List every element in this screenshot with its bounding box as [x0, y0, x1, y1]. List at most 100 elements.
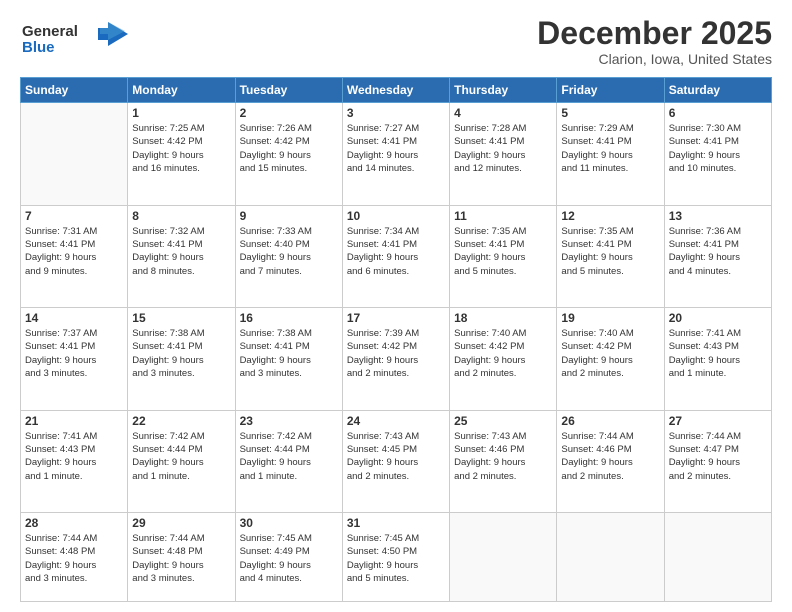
day-number: 7 — [25, 209, 123, 223]
day-of-week-header: Friday — [557, 78, 664, 103]
day-number: 26 — [561, 414, 659, 428]
day-info: Sunrise: 7:34 AMSunset: 4:41 PMDaylight:… — [347, 225, 445, 278]
day-number: 20 — [669, 311, 767, 325]
calendar-cell: 26 Sunrise: 7:44 AMSunset: 4:46 PMDayligh… — [557, 410, 664, 513]
day-info: Sunrise: 7:40 AMSunset: 4:42 PMDaylight:… — [561, 327, 659, 380]
day-of-week-header: Sunday — [21, 78, 128, 103]
day-of-week-header: Thursday — [450, 78, 557, 103]
day-of-week-header: Saturday — [664, 78, 771, 103]
calendar-table: SundayMondayTuesdayWednesdayThursdayFrid… — [20, 77, 772, 602]
calendar-cell: 6Sunrise: 7:30 AMSunset: 4:41 PMDaylight… — [664, 103, 771, 206]
calendar-cell: 2 Sunrise: 7:26 AMSunset: 4:42 PMDaylight… — [235, 103, 342, 206]
day-info: Sunrise: 7:42 AMSunset: 4:44 PMDaylight:… — [240, 430, 338, 483]
calendar-cell: 31 Sunrise: 7:45 AMSunset: 4:50 PMDayligh… — [342, 513, 449, 602]
day-of-week-header: Wednesday — [342, 78, 449, 103]
day-number: 1 — [132, 106, 230, 120]
location: Clarion, Iowa, United States — [537, 51, 772, 67]
day-info: Sunrise: 7:29 AMSunset: 4:41 PMDaylight:… — [561, 122, 659, 175]
day-number: 11 — [454, 209, 552, 223]
logo-icon: General Blue — [20, 16, 130, 60]
day-info: Sunrise: 7:43 AMSunset: 4:46 PMDaylight:… — [454, 430, 552, 483]
calendar-cell: 5 Sunrise: 7:29 AMSunset: 4:41 PMDaylight… — [557, 103, 664, 206]
calendar-cell — [557, 513, 664, 602]
header: General Blue December 2025 Clarion, Iowa… — [20, 16, 772, 67]
day-number: 9 — [240, 209, 338, 223]
calendar-cell: 23 Sunrise: 7:42 AMSunset: 4:44 PMDayligh… — [235, 410, 342, 513]
calendar-cell: 12Sunrise: 7:35 AMSunset: 4:41 PMDayligh… — [557, 205, 664, 308]
day-number: 27 — [669, 414, 767, 428]
calendar-cell: 29 Sunrise: 7:44 AMSunset: 4:48 PMDayligh… — [128, 513, 235, 602]
calendar-cell: 15Sunrise: 7:38 AMSunset: 4:41 PMDayligh… — [128, 308, 235, 411]
day-number: 25 — [454, 414, 552, 428]
calendar-cell: 24 Sunrise: 7:43 AMSunset: 4:45 PMDayligh… — [342, 410, 449, 513]
day-info: Sunrise: 7:45 AMSunset: 4:50 PMDaylight:… — [347, 532, 445, 585]
calendar-cell — [450, 513, 557, 602]
calendar-cell — [664, 513, 771, 602]
calendar-cell — [21, 103, 128, 206]
day-number: 17 — [347, 311, 445, 325]
day-number: 8 — [132, 209, 230, 223]
calendar-header-row: SundayMondayTuesdayWednesdayThursdayFrid… — [21, 78, 772, 103]
day-info: Sunrise: 7:32 AMSunset: 4:41 PMDaylight:… — [132, 225, 230, 278]
title-block: December 2025 Clarion, Iowa, United Stat… — [537, 16, 772, 67]
day-number: 22 — [132, 414, 230, 428]
calendar-week-row: 1Sunrise: 7:25 AMSunset: 4:42 PMDaylight… — [21, 103, 772, 206]
day-info: Sunrise: 7:45 AMSunset: 4:49 PMDaylight:… — [240, 532, 338, 585]
day-info: Sunrise: 7:44 AMSunset: 4:46 PMDaylight:… — [561, 430, 659, 483]
day-number: 23 — [240, 414, 338, 428]
day-number: 16 — [240, 311, 338, 325]
day-number: 3 — [347, 106, 445, 120]
day-number: 18 — [454, 311, 552, 325]
day-number: 15 — [132, 311, 230, 325]
day-info: Sunrise: 7:42 AMSunset: 4:44 PMDaylight:… — [132, 430, 230, 483]
day-of-week-header: Tuesday — [235, 78, 342, 103]
calendar-cell: 14 Sunrise: 7:37 AMSunset: 4:41 PMDayligh… — [21, 308, 128, 411]
calendar-cell: 4 Sunrise: 7:28 AMSunset: 4:41 PMDaylight… — [450, 103, 557, 206]
day-number: 24 — [347, 414, 445, 428]
calendar-cell: 3 Sunrise: 7:27 AMSunset: 4:41 PMDaylight… — [342, 103, 449, 206]
day-info: Sunrise: 7:31 AMSunset: 4:41 PMDaylight:… — [25, 225, 123, 278]
calendar-cell: 17Sunrise: 7:39 AMSunset: 4:42 PMDayligh… — [342, 308, 449, 411]
day-info: Sunrise: 7:44 AMSunset: 4:48 PMDaylight:… — [132, 532, 230, 585]
day-number: 4 — [454, 106, 552, 120]
day-number: 29 — [132, 516, 230, 530]
day-number: 28 — [25, 516, 123, 530]
calendar-cell: 18 Sunrise: 7:40 AMSunset: 4:42 PMDayligh… — [450, 308, 557, 411]
day-info: Sunrise: 7:41 AMSunset: 4:43 PMDaylight:… — [25, 430, 123, 483]
day-info: Sunrise: 7:26 AMSunset: 4:42 PMDaylight:… — [240, 122, 338, 175]
day-info: Sunrise: 7:40 AMSunset: 4:42 PMDaylight:… — [454, 327, 552, 380]
day-of-week-header: Monday — [128, 78, 235, 103]
day-number: 30 — [240, 516, 338, 530]
calendar-cell: 11 Sunrise: 7:35 AMSunset: 4:41 PMDayligh… — [450, 205, 557, 308]
calendar-cell: 28 Sunrise: 7:44 AMSunset: 4:48 PMDayligh… — [21, 513, 128, 602]
day-number: 14 — [25, 311, 123, 325]
calendar-cell: 27 Sunrise: 7:44 AMSunset: 4:47 PMDayligh… — [664, 410, 771, 513]
day-number: 2 — [240, 106, 338, 120]
day-info: Sunrise: 7:35 AMSunset: 4:41 PMDaylight:… — [454, 225, 552, 278]
calendar-week-row: 21Sunrise: 7:41 AMSunset: 4:43 PMDayligh… — [21, 410, 772, 513]
day-info: Sunrise: 7:37 AMSunset: 4:41 PMDaylight:… — [25, 327, 123, 380]
calendar-cell: 19 Sunrise: 7:40 AMSunset: 4:42 PMDayligh… — [557, 308, 664, 411]
day-info: Sunrise: 7:28 AMSunset: 4:41 PMDaylight:… — [454, 122, 552, 175]
day-info: Sunrise: 7:27 AMSunset: 4:41 PMDaylight:… — [347, 122, 445, 175]
day-number: 12 — [561, 209, 659, 223]
calendar-cell: 9Sunrise: 7:33 AMSunset: 4:40 PMDaylight… — [235, 205, 342, 308]
day-info: Sunrise: 7:41 AMSunset: 4:43 PMDaylight:… — [669, 327, 767, 380]
day-number: 13 — [669, 209, 767, 223]
calendar-cell: 7 Sunrise: 7:31 AMSunset: 4:41 PMDaylight… — [21, 205, 128, 308]
logo: General Blue — [20, 16, 130, 65]
calendar-cell: 13 Sunrise: 7:36 AMSunset: 4:41 PMDayligh… — [664, 205, 771, 308]
calendar-cell: 25 Sunrise: 7:43 AMSunset: 4:46 PMDayligh… — [450, 410, 557, 513]
calendar-cell: 20 Sunrise: 7:41 AMSunset: 4:43 PMDayligh… — [664, 308, 771, 411]
day-info: Sunrise: 7:43 AMSunset: 4:45 PMDaylight:… — [347, 430, 445, 483]
day-info: Sunrise: 7:44 AMSunset: 4:48 PMDaylight:… — [25, 532, 123, 585]
day-number: 31 — [347, 516, 445, 530]
day-info: Sunrise: 7:44 AMSunset: 4:47 PMDaylight:… — [669, 430, 767, 483]
day-number: 5 — [561, 106, 659, 120]
calendar-cell: 16Sunrise: 7:38 AMSunset: 4:41 PMDayligh… — [235, 308, 342, 411]
calendar-cell: 1Sunrise: 7:25 AMSunset: 4:42 PMDaylight… — [128, 103, 235, 206]
month-title: December 2025 — [537, 16, 772, 51]
day-number: 19 — [561, 311, 659, 325]
day-info: Sunrise: 7:36 AMSunset: 4:41 PMDaylight:… — [669, 225, 767, 278]
day-number: 6 — [669, 106, 767, 120]
